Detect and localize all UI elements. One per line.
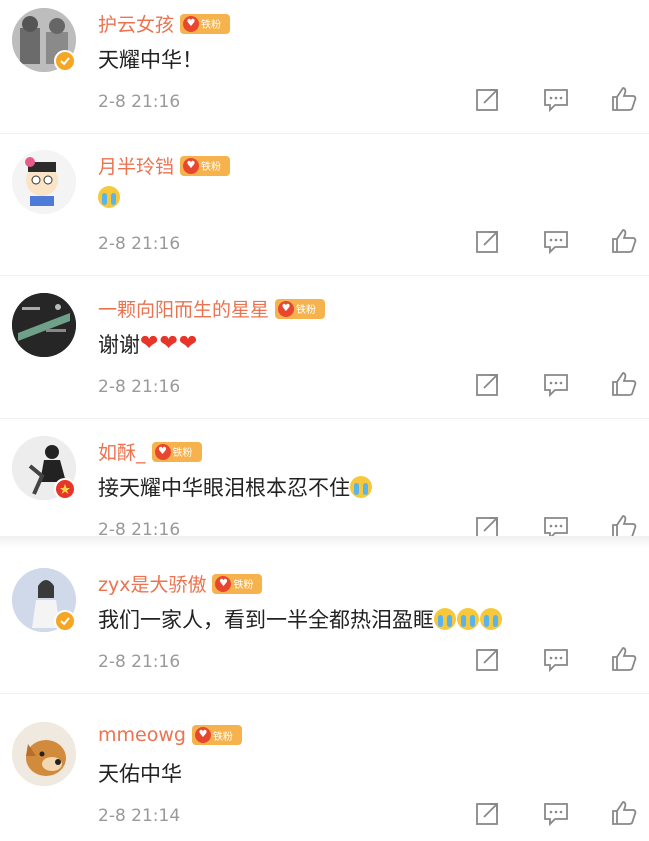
red-heart-icon: ❤ [140,331,159,356]
fan-badge: ♥ 铁粉 [191,725,242,745]
timestamp: 2-8 21:16 [98,377,181,397]
fan-heart-icon: ♥ [215,575,232,592]
section-divider [0,536,649,548]
fan-heart-icon: ♥ [154,443,171,460]
avatar[interactable] [12,722,76,786]
comment-item: 月半玲铛 ♥ 铁粉 2-8 21:16 [0,142,649,276]
share-icon[interactable] [475,800,501,826]
username[interactable]: mmeowg [98,724,186,746]
share-icon[interactable] [475,646,501,672]
timestamp: 2-8 21:16 [98,92,181,112]
share-icon[interactable] [475,86,501,112]
comment-icon[interactable] [543,86,569,113]
verified-badge-icon [54,50,76,72]
username[interactable]: 如酥_ [98,438,146,465]
comment-text: 接天耀中华眼泪根本忍不住 [98,472,373,502]
verified-badge-icon [54,478,76,500]
timestamp: 2-8 21:14 [98,806,181,826]
fan-badge: ♥ 铁粉 [151,441,202,462]
comment-icon[interactable] [543,228,569,255]
comment-text: 天耀中华！ [98,48,203,72]
verified-badge-icon [54,610,76,632]
avatar[interactable] [12,293,76,357]
crying-emoji-icon [457,608,479,630]
comment-text: 谢谢 ❤ ❤ ❤ [98,331,198,358]
comment-icon[interactable] [543,800,569,827]
fan-badge: ♥ 铁粉 [275,298,326,319]
like-icon[interactable] [611,800,637,826]
comment-item: mmeowg ♥ 铁粉 天佑中华 2-8 21:14 [0,714,649,841]
fan-badge: ♥ 铁粉 [180,155,231,176]
timestamp: 2-8 21:16 [98,652,181,672]
crying-emoji-icon [98,186,120,208]
fan-heart-icon: ♥ [183,15,200,32]
like-icon[interactable] [611,371,637,397]
like-icon[interactable] [611,228,637,254]
like-icon[interactable] [611,86,637,112]
fan-badge: ♥ 铁粉 [212,573,263,594]
fan-heart-icon: ♥ [278,300,295,317]
crying-emoji-icon [434,608,456,630]
fan-heart-icon: ♥ [194,727,211,743]
comment-icon[interactable] [543,371,569,398]
comment-text: 我们一家人，看到一半全都热泪盈眶 [98,604,503,634]
comment-item: 如酥_ ♥ 铁粉 接天耀中华眼泪根本忍不住 2-8 21:16 [0,428,649,536]
timestamp: 2-8 21:16 [98,234,181,254]
comment-text [98,186,121,208]
like-icon[interactable] [611,514,637,536]
username[interactable]: 月半玲铛 [98,152,174,179]
fan-heart-icon: ♥ [183,157,200,174]
share-icon[interactable] [475,228,501,254]
like-icon[interactable] [611,646,637,672]
username[interactable]: 护云女孩 [98,10,174,37]
comment-feed: 护云女孩 ♥ 铁粉 天耀中华！ 2-8 21:16 月半玲铛 ♥ 铁粉 2-8 … [0,0,649,841]
red-heart-icon: ❤ [178,331,198,356]
fan-badge: ♥ 铁粉 [180,13,231,34]
comment-item: 护云女孩 ♥ 铁粉 天耀中华！ 2-8 21:16 [0,0,649,134]
timestamp: 2-8 21:16 [98,520,181,536]
comment-icon[interactable] [543,646,569,673]
crying-emoji-icon [350,476,372,498]
comment-item: 一颗向阳而生的星星 ♥ 铁粉 谢谢 ❤ ❤ ❤ 2-8 21:16 [0,285,649,419]
comment-item: zyx是大骄傲 ♥ 铁粉 我们一家人，看到一半全都热泪盈眶 2-8 21:16 [0,560,649,694]
comment-icon[interactable] [543,514,569,536]
username[interactable]: zyx是大骄傲 [98,570,206,597]
username[interactable]: 一颗向阳而生的星星 [98,295,269,322]
share-icon[interactable] [475,371,501,397]
avatar[interactable] [12,150,76,214]
red-heart-icon: ❤ [159,331,178,356]
comment-text: 天佑中华 [98,762,182,786]
share-icon[interactable] [475,514,501,536]
crying-emoji-icon [480,608,502,630]
